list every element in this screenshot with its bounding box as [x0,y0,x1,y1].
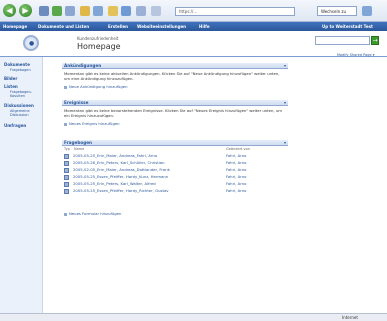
row-modified-by[interactable]: Fahri, Arno [226,188,246,194]
browser-toolbar: ◀ ▶ https://... Wechseln zu [0,0,387,22]
document-icon [64,153,69,159]
chevron-down-icon[interactable]: ▾ [284,100,286,106]
site-logo: ● [23,35,39,51]
site-header: ● Kundenzufriedenheit Homepage → Modify … [0,31,387,57]
sidebar-heading-lists[interactable]: Listen [4,84,18,89]
status-bar: Internet [0,313,387,321]
status-zone: Internet [342,315,358,320]
page-title: Homepage [77,42,121,51]
add-form-link[interactable]: Neues Formular hinzufügen [64,211,121,216]
document-icon [64,160,69,166]
table-row[interactable]: 2005-05-25_Erin_Peters, Karl_Walter, Alf… [62,181,288,187]
row-name[interactable]: 2005-05-25_Essen_Pfeiffer, Hardy_Kunz, H… [73,174,168,180]
bullet-icon [64,85,67,89]
forward-icon[interactable]: ▶ [19,4,32,17]
events-header: Ereignisse ▾ [62,100,288,106]
site-subtitle: Kundenzufriedenheit [77,36,119,41]
row-name[interactable]: 2005-05-25_Essen_Pfeiffer, Hardy_Richter… [73,188,169,194]
add-event-label[interactable]: Neues Ereignis hinzufügen [69,121,120,126]
document-icon [64,181,69,187]
add-form-label[interactable]: Neues Formular hinzufügen [69,211,121,216]
arrow-right-icon[interactable]: → [371,36,379,45]
row-name[interactable]: 2005-05-25_Erin_Maier, Andreas_Fahri, Ar… [73,153,157,159]
favorites-icon[interactable] [80,6,90,16]
add-event-link[interactable]: Neues Ereignis hinzufügen [64,121,120,126]
sidebar-heading-documents[interactable]: Dokumente [4,62,30,67]
row-modified-by[interactable]: Fahri, Arno [226,174,246,180]
table-row[interactable]: 2005-05-25_Erin_Maier, Andreas_Fahri, Ar… [62,153,288,159]
nav-create[interactable]: Erstellen [108,23,128,30]
address-bar[interactable]: https://... [175,7,295,16]
modify-shared-page-link[interactable]: Modify Shared Page ▾ [337,53,375,57]
events-panel: Ereignisse ▾ Momentan gibt es keine bevo… [62,100,288,134]
table-row[interactable]: 2005-05-25_Essen_Pfeiffer, Hardy_Richter… [62,188,288,194]
logo-icon: ● [29,40,35,47]
tools-icon[interactable] [362,6,372,16]
add-announcement-link[interactable]: Neue Ankündigung hinzufügen [64,84,128,89]
stop-icon[interactable] [39,6,49,16]
refresh-icon[interactable] [52,6,62,16]
add-announcement-label[interactable]: Neue Ankündigung hinzufügen [69,84,128,89]
mail-icon[interactable] [136,6,146,16]
row-modified-by[interactable]: Fahri, Arno [226,160,246,166]
row-modified-by[interactable]: Fahri, Arno [226,167,246,173]
nav-documents-lists[interactable]: Dokumente und Listen [38,23,89,30]
document-icon [64,174,69,180]
row-name[interactable]: 2005-02-05_Erin_Maier, Andreas_Dottlande… [73,167,170,173]
media-icon[interactable] [121,6,131,16]
nav-homepage[interactable]: Homepage [3,23,27,30]
table-row[interactable]: 2005-02-05_Erin_Maier, Andreas_Dottlande… [62,167,288,173]
nav-site-settings[interactable]: Websiteeinstellungen [137,23,186,30]
col-name-header[interactable]: Name [74,147,84,151]
search-icon[interactable] [93,6,103,16]
sidebar-item-fragebogen-kosulten[interactable]: Fragebogen-Kosulten [10,90,42,98]
col-type-header[interactable]: Typ [64,147,70,151]
questionnaire-title[interactable]: Fragebogen [64,140,92,146]
row-name[interactable]: 2005-05-26_Erin_Peters, Karl_Schüller, C… [73,160,164,166]
table-row[interactable]: 2005-05-25_Essen_Pfeiffer, Hardy_Kunz, H… [62,174,288,180]
sidebar-item-general-discussion[interactable]: Allgemeine Diskussion [10,109,42,117]
quick-launch-sidebar: Dokumente Fragebogen Bilder Listen Frage… [0,57,43,313]
bullet-icon [64,212,67,216]
back-icon[interactable]: ◀ [3,4,16,17]
announcements-message: Momentan gibt es keine aktuellen Ankündi… [64,71,280,81]
home-icon[interactable] [65,6,75,16]
row-modified-by[interactable]: Fahri, Arno [226,153,246,159]
nav-up-link[interactable]: Up to Weiterstadt Test [322,23,373,30]
nav-help[interactable]: Hilfe [199,23,210,30]
announcements-panel: Ankündigungen ▾ Momentan gibt es keine a… [62,63,288,97]
sidebar-heading-surveys[interactable]: Umfragen [4,123,26,128]
site-search-input[interactable] [315,36,370,45]
print-icon[interactable] [151,6,161,16]
chevron-down-icon[interactable]: ▾ [284,140,286,146]
browser-search-field[interactable]: Wechseln zu [317,6,357,16]
events-title[interactable]: Ereignisse [64,100,88,106]
row-name[interactable]: 2005-05-25_Erin_Peters, Karl_Walter, Alf… [73,181,156,187]
bullet-icon [64,122,67,126]
star-icon[interactable] [108,6,118,16]
sidebar-item-fragebogen[interactable]: Fragebogen [10,68,42,72]
announcements-title[interactable]: Ankündigungen [64,63,101,69]
announcements-header: Ankündigungen ▾ [62,63,288,69]
table-row[interactable]: 2005-05-26_Erin_Peters, Karl_Schüller, C… [62,160,288,166]
col-by-header[interactable]: Geändert von [226,147,250,151]
top-nav-bar: Homepage Dokumente und Listen Erstellen … [0,22,387,31]
sidebar-heading-pictures[interactable]: Bilder [4,76,17,81]
questionnaire-header: Fragebogen ▾ [62,140,288,146]
chevron-down-icon[interactable]: ▾ [284,63,286,69]
row-modified-by[interactable]: Fahri, Arno [226,181,246,187]
sidebar-heading-discussions[interactable]: Diskussionen [4,103,34,108]
questionnaire-panel: Fragebogen ▾ Typ Name Geändert von 2005-… [62,140,288,220]
document-icon [64,167,69,173]
events-message: Momentan gibt es keine bevorstehenden Er… [64,108,282,118]
document-icon [64,188,69,194]
